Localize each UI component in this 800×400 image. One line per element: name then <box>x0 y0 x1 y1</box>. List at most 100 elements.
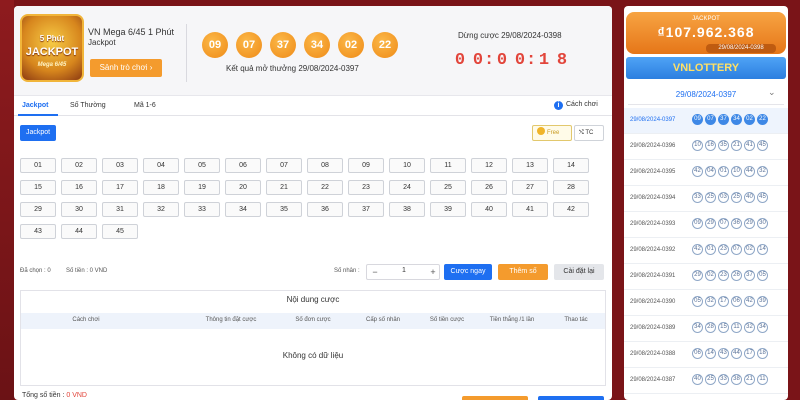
draw-history-row[interactable]: 29/08/2024-0387 40 25 33 38 21 11 <box>624 368 788 394</box>
number-button[interactable]: 43 <box>20 224 56 239</box>
number-button[interactable]: 41 <box>512 202 548 217</box>
number-button[interactable]: 42 <box>553 202 589 217</box>
jackpot-banner: JACKPOT ₫107.962.368 29/08/2024-0398 <box>626 12 786 54</box>
number-button[interactable]: 08 <box>307 158 343 173</box>
number-button[interactable]: 25 <box>430 180 466 195</box>
draw-ball: 42 <box>744 296 755 307</box>
number-button[interactable]: 26 <box>471 180 507 195</box>
chevron-down-icon[interactable]: ⌄ <box>768 87 776 98</box>
draw-history-row[interactable]: 29/08/2024-0391 29 02 23 26 37 05 <box>624 264 788 290</box>
how-to-play-label: Cách chơi <box>566 101 598 108</box>
minus-icon[interactable]: − <box>367 265 383 279</box>
number-button[interactable]: 14 <box>553 158 589 173</box>
draw-id: 29/08/2024-0394 <box>630 195 676 201</box>
lobby-button[interactable]: Sảnh trò chơi › <box>90 59 162 77</box>
number-button[interactable]: 23 <box>348 180 384 195</box>
number-button[interactable]: 44 <box>61 224 97 239</box>
bet-type-chip[interactable]: Jackpot <box>20 125 56 141</box>
draw-history-row[interactable]: 29/08/2024-0395 42 04 01 10 44 32 <box>624 160 788 186</box>
how-to-play-link[interactable]: i Cách chơi <box>554 101 598 110</box>
draw-history-row[interactable]: 29/08/2024-0388 06 14 43 44 17 18 <box>624 342 788 368</box>
draw-history-row[interactable]: 29/08/2024-0390 05 32 17 06 42 39 <box>624 290 788 316</box>
number-button[interactable]: 39 <box>430 202 466 217</box>
number-button[interactable]: 28 <box>553 180 589 195</box>
number-button[interactable]: 10 <box>389 158 425 173</box>
draw-ball: 09 <box>692 218 703 229</box>
game-title: VN Mega 6/45 1 Phút <box>88 27 175 37</box>
number-button[interactable]: 36 <box>307 202 343 217</box>
number-button[interactable]: 06 <box>225 158 261 173</box>
number-button[interactable]: 17 <box>102 180 138 195</box>
page-background-right <box>788 0 800 400</box>
tab-jackpot[interactable]: Jackpot <box>22 102 48 109</box>
number-button[interactable]: 27 <box>512 180 548 195</box>
number-button[interactable]: 32 <box>143 202 179 217</box>
draw-history-row[interactable]: 29/08/2024-0396 10 16 35 21 41 45 <box>624 134 788 160</box>
number-button[interactable]: 03 <box>102 158 138 173</box>
number-button[interactable]: 22 <box>307 180 343 195</box>
number-button[interactable]: 09 <box>348 158 384 173</box>
number-button[interactable]: 33 <box>184 202 220 217</box>
tab-regular[interactable]: Số Thường <box>70 102 106 109</box>
draw-ball: 33 <box>692 192 703 203</box>
draw-ball: 34 <box>757 322 768 333</box>
countdown-digit: 0 <box>514 51 526 70</box>
number-button[interactable]: 20 <box>225 180 261 195</box>
draw-id: 29/08/2024-0392 <box>630 247 676 253</box>
number-button[interactable]: 13 <box>512 158 548 173</box>
number-button[interactable]: 05 <box>184 158 220 173</box>
draw-ball: 25 <box>731 192 742 203</box>
coin-icon <box>537 127 545 135</box>
number-button[interactable]: 16 <box>61 180 97 195</box>
multiplier-input[interactable]: 1 <box>385 267 423 274</box>
draw-ball: 11 <box>731 322 742 333</box>
draw-id: 29/08/2024-0397 <box>630 117 676 123</box>
number-button[interactable]: 40 <box>471 202 507 217</box>
number-button[interactable]: 18 <box>143 180 179 195</box>
draw-history-row[interactable]: 29/08/2024-0394 33 25 03 25 40 45 <box>624 186 788 212</box>
number-button[interactable]: 45 <box>102 224 138 239</box>
reset-button[interactable]: Cài đặt lại <box>554 264 604 280</box>
number-button[interactable]: 07 <box>266 158 302 173</box>
add-number-button[interactable]: Thêm số <box>498 264 548 280</box>
footer-action-button[interactable] <box>462 396 528 400</box>
number-button[interactable]: 35 <box>266 202 302 217</box>
number-button[interactable]: 38 <box>389 202 425 217</box>
number-button[interactable]: 11 <box>430 158 466 173</box>
empty-state: Không có dữ liệu <box>282 351 344 360</box>
number-button[interactable]: 24 <box>389 180 425 195</box>
number-button[interactable]: 15 <box>20 180 56 195</box>
draw-history-row[interactable]: 29/08/2024-0392 42 01 23 07 02 14 <box>624 238 788 264</box>
number-button[interactable]: 12 <box>471 158 507 173</box>
tc-option[interactable]: ⤭ TC <box>574 125 604 141</box>
number-button[interactable]: 30 <box>61 202 97 217</box>
header-divider <box>186 24 187 82</box>
draw-ball: 10 <box>731 166 742 177</box>
draw-ball: 28 <box>705 322 716 333</box>
draw-history-row[interactable]: 29/08/2024-0397 09 07 37 34 02 22 <box>624 108 788 134</box>
number-button[interactable]: 21 <box>266 180 302 195</box>
tab-code-1-6[interactable]: Mã 1-6 <box>134 102 156 109</box>
number-button[interactable]: 34 <box>225 202 261 217</box>
draw-ball: 17 <box>744 348 755 359</box>
number-button[interactable]: 31 <box>102 202 138 217</box>
footer-submit-button[interactable] <box>538 396 604 400</box>
countdown-colon: : <box>526 51 537 70</box>
draw-ball: 39 <box>757 296 768 307</box>
number-button[interactable]: 29 <box>20 202 56 217</box>
draw-ball: 45 <box>757 140 768 151</box>
bet-now-button[interactable]: Cược ngay <box>444 264 492 280</box>
number-button[interactable]: 04 <box>143 158 179 173</box>
number-button[interactable]: 02 <box>61 158 97 173</box>
free-option[interactable]: Free <box>532 125 572 141</box>
draw-selector[interactable]: 29/08/2024-0397 <box>624 90 788 99</box>
draw-history-row[interactable]: 29/08/2024-0389 34 28 15 11 32 34 <box>624 316 788 342</box>
draw-ball: 01 <box>718 166 729 177</box>
plus-icon[interactable]: + <box>425 265 441 279</box>
number-button[interactable]: 37 <box>348 202 384 217</box>
draw-history-row[interactable]: 29/08/2024-0393 09 29 07 36 29 30 <box>624 212 788 238</box>
number-button[interactable]: 01 <box>20 158 56 173</box>
number-button[interactable]: 19 <box>184 180 220 195</box>
column-header: Thao tác <box>564 317 588 323</box>
draw-ball: 44 <box>744 166 755 177</box>
